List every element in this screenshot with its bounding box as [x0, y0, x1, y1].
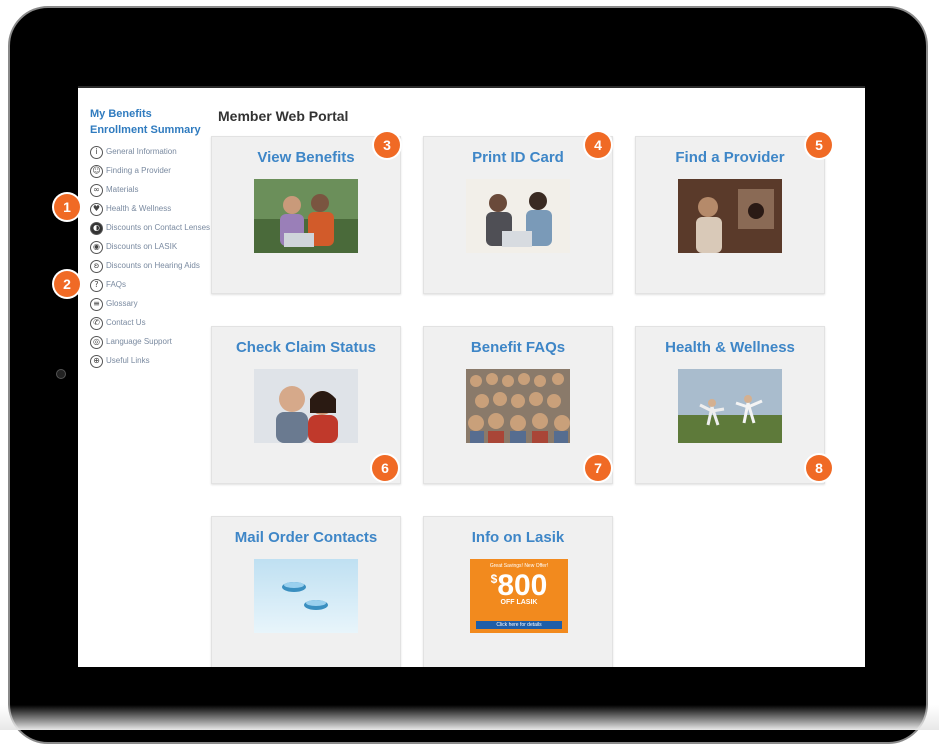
sidebar-item-label: Finding a Provider: [106, 166, 171, 175]
callout-badge-6: 6: [372, 455, 398, 481]
lasik-promo-subtitle: OFF LASIK: [500, 599, 538, 606]
tile-title: Check Claim Status: [235, 339, 377, 356]
page-title: Member Web Portal: [218, 108, 349, 124]
tile-benefit-faqs[interactable]: Benefit FAQs: [423, 326, 613, 484]
contact-lens-icon: ◐: [90, 222, 103, 235]
sidebar-item-label: Materials: [106, 185, 139, 194]
eye-icon: ◉: [90, 241, 103, 254]
tile-mail-order-contacts[interactable]: Mail Order Contacts: [211, 516, 401, 667]
tile-view-benefits[interactable]: View Benefits: [211, 136, 401, 294]
sidebar-item-label: Discounts on Hearing Aids: [106, 261, 200, 270]
sidebar-item-label: FAQs: [106, 280, 127, 289]
info-icon: i: [90, 146, 103, 159]
question-icon: ?: [90, 279, 103, 292]
family-laptop-photo: [466, 179, 570, 253]
lasik-promo-cta[interactable]: Click here for details: [476, 621, 562, 629]
sidebar-item-glossary[interactable]: ≡ Glossary: [90, 298, 215, 311]
book-icon: ≡: [90, 298, 103, 311]
sidebar-item-label: General Information: [106, 147, 177, 156]
tile-title: Benefit FAQs: [470, 339, 566, 356]
portal-screen: My Benefits Enrollment Summary i General…: [78, 86, 865, 667]
sidebar-item-lasik[interactable]: ◉ Discounts on LASIK: [90, 241, 215, 254]
callout-badge-1: 1: [54, 194, 80, 220]
phone-icon: ✆: [90, 317, 103, 330]
sidebar-item-label: Useful Links: [106, 356, 150, 365]
sidebar-item-label: Health & Wellness: [106, 204, 172, 213]
sidebar-item-materials[interactable]: ∞ Materials: [90, 184, 215, 197]
top-bar: [78, 86, 865, 88]
contact-lenses-photo: [254, 559, 358, 633]
sidebar-item-label: Contact Us: [106, 318, 146, 327]
callout-badge-7: 7: [585, 455, 611, 481]
sidebar-item-label: Discounts on LASIK: [106, 242, 178, 251]
sidebar-item-contact-lenses[interactable]: ◐ Discounts on Contact Lenses: [90, 222, 215, 235]
callout-badge-4: 4: [585, 132, 611, 158]
provider-icon: ☺: [90, 165, 103, 178]
crowd-photo: [466, 369, 570, 443]
tile-title: Mail Order Contacts: [234, 529, 378, 546]
tile-health-wellness[interactable]: Health & Wellness: [635, 326, 825, 484]
tile-find-provider[interactable]: Find a Provider: [635, 136, 825, 294]
tile-info-on-lasik[interactable]: Info on Lasik Great Savings! New Offer! …: [423, 516, 613, 667]
sidebar-item-language-support[interactable]: ◎ Language Support: [90, 336, 215, 349]
sidebar-link-my-benefits[interactable]: My Benefits: [90, 106, 215, 122]
callout-badge-5: 5: [806, 132, 832, 158]
link-icon: ⊕: [90, 355, 103, 368]
tile-title: Health & Wellness: [665, 339, 795, 356]
callout-badge-2: 2: [54, 271, 80, 297]
sidebar-nav: My Benefits Enrollment Summary i General…: [90, 106, 215, 374]
callout-badge-3: 3: [374, 132, 400, 158]
happy-couple-photo: [254, 369, 358, 443]
sidebar-item-faqs[interactable]: ? FAQs: [90, 279, 215, 292]
field-running-photo: [678, 369, 782, 443]
sidebar-item-hearing-aids[interactable]: ʚ Discounts on Hearing Aids: [90, 260, 215, 273]
lasik-promo-banner[interactable]: Great Savings! New Offer! $800 OFF LASIK…: [470, 559, 568, 633]
sidebar-item-label: Language Support: [106, 337, 172, 346]
tile-print-id-card[interactable]: Print ID Card: [423, 136, 613, 294]
sidebar-item-health-wellness[interactable]: ♥ Health & Wellness: [90, 203, 215, 216]
callout-badge-8: 8: [806, 455, 832, 481]
glasses-icon: ∞: [90, 184, 103, 197]
couple-laptop-photo: [254, 179, 358, 253]
lasik-promo-amount: $800: [470, 569, 568, 603]
tile-check-claim-status[interactable]: Check Claim Status: [211, 326, 401, 484]
sidebar-item-general-information[interactable]: i General Information: [90, 146, 215, 159]
tile-title: Print ID Card: [472, 149, 564, 166]
wellness-icon: ♥: [90, 203, 103, 216]
sidebar-item-finding-provider[interactable]: ☺ Finding a Provider: [90, 165, 215, 178]
lasik-promo-number: 800: [497, 569, 548, 602]
language-icon: ◎: [90, 336, 103, 349]
sidebar-item-label: Glossary: [106, 299, 138, 308]
tile-title: Info on Lasik: [471, 529, 565, 546]
tile-title: View Benefits: [257, 149, 355, 166]
eye-exam-photo: [678, 179, 782, 253]
camera-icon: [56, 369, 66, 379]
sidebar-item-useful-links[interactable]: ⊕ Useful Links: [90, 355, 215, 368]
sidebar-item-label: Discounts on Contact Lenses: [106, 223, 211, 232]
tile-title: Find a Provider: [675, 149, 785, 166]
sidebar-link-enrollment-summary[interactable]: Enrollment Summary: [90, 122, 215, 138]
sidebar-item-contact-us[interactable]: ✆ Contact Us: [90, 317, 215, 330]
hearing-icon: ʚ: [90, 260, 103, 273]
